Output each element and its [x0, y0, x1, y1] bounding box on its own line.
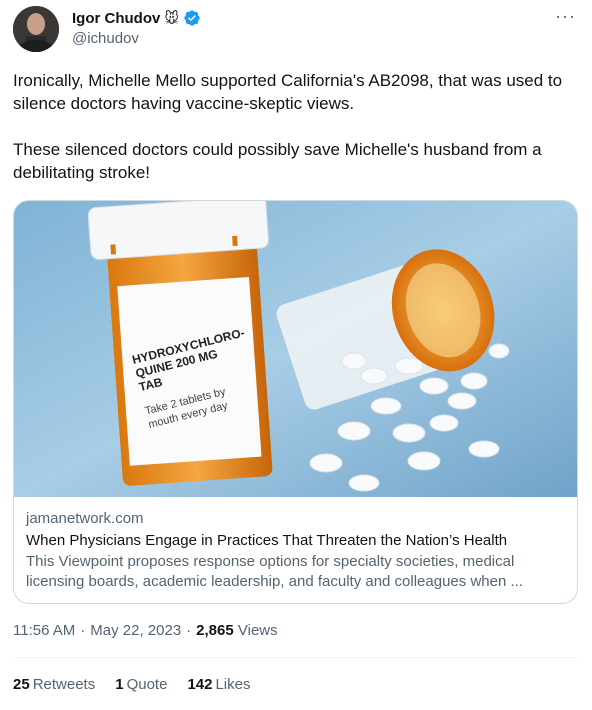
avatar-photo	[13, 6, 59, 52]
retweets-stat[interactable]: 25 Retweets	[13, 676, 95, 693]
divider	[13, 657, 579, 658]
avatar[interactable]	[13, 6, 59, 52]
verified-badge-icon	[184, 10, 200, 26]
likes-stat[interactable]: 142 Likes	[187, 676, 250, 693]
author-name-row: Igor Chudov 🐭	[72, 9, 201, 27]
card-description: This Viewpoint proposes response options…	[26, 553, 523, 590]
tweet-text: Ironically, Michelle Mello supported Cal…	[13, 71, 563, 182]
meta-separator: ·	[80, 622, 86, 639]
likes-count: 142	[187, 676, 213, 693]
views[interactable]: 2,865 Views	[196, 622, 277, 639]
quotes-label: Quote	[126, 676, 168, 693]
quotes-count: 1	[115, 676, 124, 693]
engagement-stats: 25 Retweets 1 Quote 142 Likes	[13, 676, 251, 693]
author-handle[interactable]: @ichudov	[72, 30, 139, 47]
card-domain: jamanetwork.com	[26, 510, 144, 527]
tweet-date[interactable]: May 22, 2023	[90, 622, 181, 639]
tweet-time[interactable]: 11:56 AM	[13, 622, 75, 639]
link-card[interactable]: HYDROXYCHLORO- QUINE 200 MG TAB Take 2 t…	[13, 200, 578, 604]
more-options-icon[interactable]: ···	[555, 6, 576, 27]
views-label: Views	[237, 622, 278, 639]
author-name[interactable]: Igor Chudov	[72, 10, 160, 27]
retweets-label: Retweets	[32, 676, 96, 693]
likes-label: Likes	[215, 676, 251, 693]
retweets-count: 25	[13, 676, 30, 693]
quotes-stat[interactable]: 1 Quote	[115, 676, 167, 693]
mouse-emoji: 🐭	[164, 10, 179, 26]
card-body: jamanetwork.com When Physicians Engage i…	[26, 509, 561, 592]
views-count: 2,865	[196, 622, 234, 639]
card-image: HYDROXYCHLORO- QUINE 200 MG TAB Take 2 t…	[14, 201, 577, 497]
tweet-meta: 11:56 AM · May 22, 2023 · 2,865 Views	[13, 622, 278, 639]
meta-separator: ·	[186, 622, 192, 639]
card-title: When Physicians Engage in Practices That…	[26, 532, 508, 549]
